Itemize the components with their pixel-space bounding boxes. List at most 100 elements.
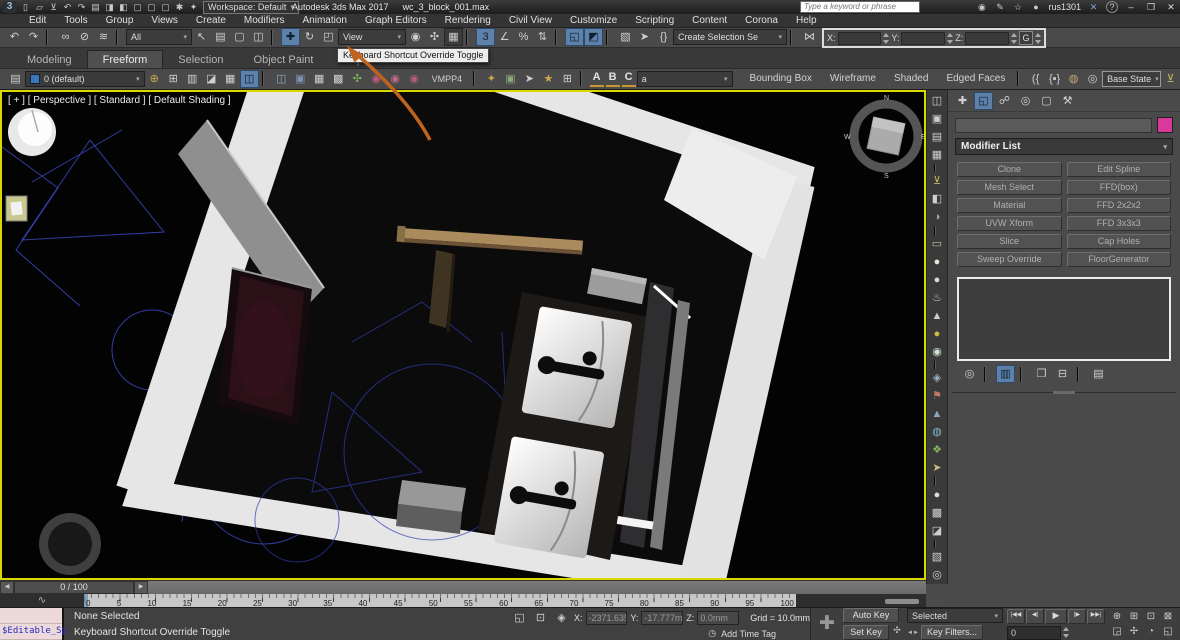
template2-icon[interactable]: ▢ [145, 1, 158, 13]
modifier-stack[interactable] [957, 277, 1171, 361]
z-typein-field[interactable] [965, 32, 1009, 45]
hide-layer-icon[interactable]: ◫ [240, 70, 259, 88]
modifier-button[interactable]: FFD 2x2x2 [1067, 198, 1172, 213]
vp-slate-icon[interactable]: ▣ [928, 110, 947, 128]
menu-item[interactable]: Animation [293, 14, 355, 27]
template3-icon[interactable]: ▢ [159, 1, 172, 13]
search-icon[interactable]: ◉ [975, 1, 988, 13]
pan-icon[interactable]: ✢ [1126, 625, 1142, 639]
abc-button[interactable]: B [606, 70, 620, 87]
create-layer-icon[interactable]: ⊕ [145, 70, 164, 88]
undo-icon[interactable]: ↶ [5, 28, 24, 46]
set-current-layer-icon[interactable]: ◪ [202, 70, 221, 88]
listener-line[interactable] [0, 608, 62, 624]
vp-ring-icon[interactable]: ◎ [928, 566, 947, 584]
modifier-button[interactable]: FFD(box) [1067, 180, 1172, 195]
plugin-red-icon[interactable]: ✱ [173, 1, 186, 13]
object-name-field[interactable] [955, 118, 1152, 133]
minimize-button[interactable]: – [1124, 2, 1138, 12]
key-filters-button[interactable]: Key Filters... [921, 625, 983, 640]
mat-frame-icon[interactable]: ▭ [928, 235, 947, 253]
axis-constraint-x-icon[interactable]: ◱ [565, 28, 584, 46]
edit-named-sets-icon[interactable]: {} [654, 28, 673, 46]
username[interactable]: rus1301 [1048, 2, 1081, 12]
zoom-all-icon[interactable]: ⊞ [1126, 610, 1142, 624]
community-icon[interactable]: ✎ [993, 1, 1006, 13]
mirror-panel[interactable] [218, 268, 312, 426]
vp-sphere-big-icon[interactable]: ● [928, 486, 947, 504]
modifier-button[interactable]: Edit Spline [1067, 162, 1172, 177]
corona-grid-icon[interactable]: ⊞ [558, 70, 577, 88]
maximize-viewport-toggle-icon[interactable]: ◱ [1160, 625, 1176, 639]
track-bar-ruler[interactable]: 0510152025303540455055606570758085909510… [84, 594, 796, 608]
checker-a-icon[interactable]: ▦ [310, 70, 329, 88]
go-to-end-button[interactable]: ▶▶| [1087, 609, 1105, 624]
vp-snapshot-icon[interactable]: ◫ [928, 92, 947, 110]
ribbon-tab[interactable]: Object Paint [239, 51, 329, 68]
auto-key-button[interactable]: Auto Key [843, 608, 899, 623]
corona-arrow-icon[interactable]: ➤ [520, 70, 539, 88]
round-object-bottom[interactable] [39, 513, 101, 575]
absolute-mode-icon[interactable]: ◈ [552, 609, 571, 627]
sphere-red1-icon[interactable]: ◉ [367, 70, 386, 88]
import-icon[interactable]: ◧ [117, 1, 130, 13]
zoom-icon[interactable]: ⊕ [1109, 610, 1125, 624]
compass-s[interactable]: S [884, 173, 889, 180]
key-selection-dropdown[interactable]: Selected [907, 608, 1003, 623]
tab-create[interactable]: ✚ [953, 92, 972, 110]
view-mode-button[interactable]: Wireframe [821, 73, 885, 84]
green-cross-icon[interactable]: ✣ [348, 70, 367, 88]
redo-small-icon[interactable]: ↷ [75, 1, 88, 13]
select-and-link-icon[interactable]: ∞ [56, 28, 75, 46]
project-icon[interactable]: ▤ [89, 1, 102, 13]
open-file-icon[interactable]: ▱ [33, 1, 46, 13]
x-typein-field[interactable] [838, 32, 882, 45]
select-rotate-icon[interactable]: ↻ [300, 28, 319, 46]
z-spinner[interactable] [1011, 33, 1017, 44]
tab-motion[interactable]: ◎ [1016, 92, 1035, 110]
view-mode-button[interactable]: Edged Faces [937, 73, 1014, 84]
select-layer-icon[interactable]: ▥ [183, 70, 202, 88]
undo-small-icon[interactable]: ↶ [61, 1, 74, 13]
modifier-list-dropdown[interactable]: Modifier List [955, 138, 1173, 155]
menu-item[interactable]: Help [787, 14, 826, 27]
time-slider-next-arrow[interactable]: ▶ [134, 581, 148, 594]
menu-item[interactable]: Edit [20, 14, 55, 27]
round-object-top[interactable] [8, 108, 56, 156]
state-set-dropdown[interactable]: Base State [1102, 71, 1161, 87]
vp-grid-icon[interactable]: ▦ [928, 146, 947, 164]
select-by-name-icon[interactable]: ▤ [211, 28, 230, 46]
vp-leaf-icon[interactable]: ❖ [928, 441, 947, 459]
configure-sets-icon[interactable]: ▤ [1089, 365, 1108, 383]
frame-spinner[interactable] [1063, 627, 1069, 638]
mirror-icon[interactable]: ⋈ [800, 28, 819, 46]
search-input[interactable]: Type a keyword or phrase [800, 1, 920, 13]
vp-stats-icon[interactable]: ▩ [928, 504, 947, 522]
toolbar-spinner[interactable] [1035, 33, 1041, 44]
abc-dropdown[interactable]: a [637, 71, 733, 87]
menu-item[interactable]: Customize [561, 14, 626, 27]
modifier-button[interactable]: FloorGenerator [1067, 252, 1172, 267]
select-scale-icon[interactable]: ◰ [319, 28, 338, 46]
vp-globe-icon[interactable]: ◍ [928, 423, 947, 441]
compass-e[interactable]: E [921, 134, 924, 141]
record-state-icon[interactable]: ◍ [1064, 70, 1083, 88]
fetch-icon[interactable]: ◨ [103, 1, 116, 13]
select-object-icon[interactable]: ↖ [192, 28, 211, 46]
close-button[interactable]: ✕ [1164, 2, 1178, 13]
corona-gold-icon[interactable]: ★ [539, 70, 558, 88]
vp-box-icon[interactable]: ▧ [928, 548, 947, 566]
menu-item[interactable]: Civil View [500, 14, 561, 27]
snap-3d-icon[interactable]: 3 [476, 28, 495, 46]
help-icon[interactable]: ? [1106, 1, 1118, 13]
make-unique-icon[interactable]: ❐ [1032, 365, 1051, 383]
spinner-snap-icon[interactable]: ⇅ [533, 28, 552, 46]
vp-list-icon[interactable]: ▤ [928, 128, 947, 146]
a360-icon[interactable]: ✕ [1087, 1, 1100, 13]
mat-sphere-ring-icon[interactable]: ◉ [928, 343, 947, 361]
slate-view-icon[interactable]: ◫ [272, 70, 291, 88]
track-selection-icon[interactable]: ➤ [635, 28, 654, 46]
angle-snap-icon[interactable]: ∠ [495, 28, 514, 46]
ribbon-tab[interactable]: Modeling [12, 51, 87, 68]
corona-star-icon[interactable]: ✦ [482, 70, 501, 88]
